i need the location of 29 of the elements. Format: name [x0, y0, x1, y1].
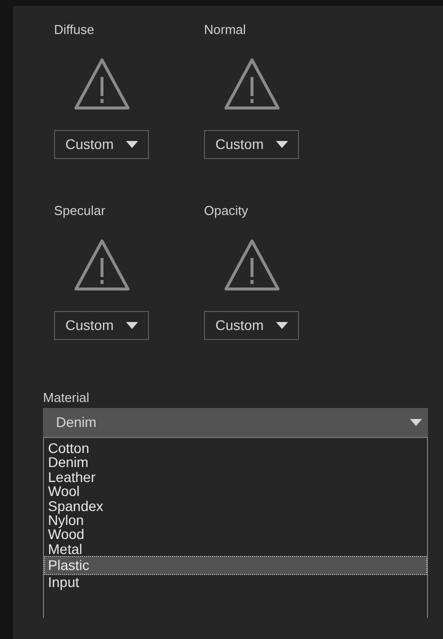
dropdown-option[interactable]: Input: [44, 574, 427, 590]
dropdown-option[interactable]: Wood: [44, 527, 427, 542]
warning-icon: [222, 57, 280, 111]
dropdown-option[interactable]: Plastic: [44, 556, 427, 575]
dropdown-option[interactable]: Wool: [44, 484, 427, 499]
caret-icon: [276, 322, 288, 329]
slot-label: Opacity: [204, 203, 248, 219]
texture-dropdown[interactable]: Custom: [54, 130, 149, 159]
warning-icon: [222, 238, 280, 292]
caret-icon: [276, 141, 288, 148]
dropdown-option[interactable]: Cotton: [44, 441, 427, 456]
caret-icon: [126, 322, 138, 329]
warning-icon: [72, 57, 130, 111]
texture-dropdown[interactable]: Custom: [204, 130, 299, 159]
texture-dropdown[interactable]: Custom: [204, 311, 299, 340]
caret-icon: [410, 419, 422, 426]
warning-icon: [72, 238, 130, 292]
slot-label: Diffuse: [54, 22, 94, 38]
dropdown-option[interactable]: Spandex: [44, 498, 427, 514]
dropdown-option[interactable]: Metal: [44, 542, 427, 556]
dropdown-option[interactable]: Nylon: [44, 513, 427, 528]
slot-label: Normal: [204, 22, 246, 38]
slot-label: Specular: [54, 203, 106, 219]
dropdown-option[interactable]: Denim: [44, 455, 427, 470]
caret-icon: [126, 141, 138, 148]
material-dropdown[interactable]: Denim: [43, 408, 428, 437]
material-label: Material: [43, 390, 90, 406]
texture-dropdown[interactable]: Custom: [54, 311, 149, 340]
dropdown-option[interactable]: Leather: [44, 470, 427, 484]
